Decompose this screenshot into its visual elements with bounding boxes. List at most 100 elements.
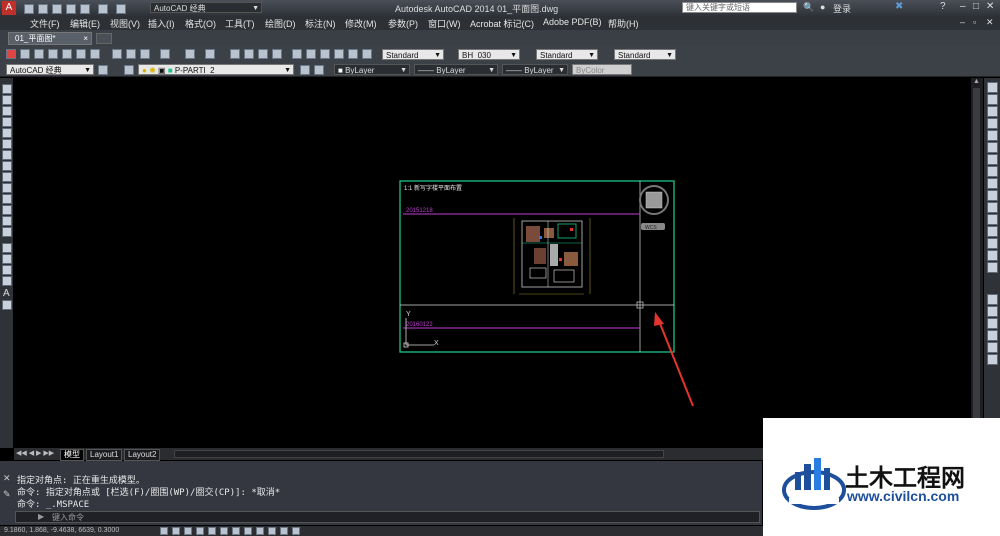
menu-help[interactable]: 帮助(H) [608, 17, 639, 30]
polygon-icon[interactable] [2, 117, 12, 127]
linetype-select[interactable]: —— ByLayer ▼ [414, 64, 498, 75]
app-logo[interactable]: A [2, 1, 16, 15]
menu-adobe-pdf[interactable]: Adobe PDF(B) [543, 17, 602, 27]
dim-style-select[interactable]: BH_030 ▼ [458, 49, 520, 60]
tab-layout2[interactable]: Layout2 [124, 449, 161, 461]
snap-midpoint-icon[interactable] [987, 318, 998, 329]
open-icon[interactable] [38, 4, 48, 14]
extend-icon[interactable] [987, 202, 998, 213]
layer-select[interactable]: ● ✺ ▣ ■ P-PARTI_2 ▼ [138, 64, 294, 75]
undo-icon[interactable] [98, 4, 108, 14]
circle-icon[interactable] [2, 150, 12, 160]
ellipse-arc-icon[interactable] [2, 194, 12, 204]
table-icon[interactable] [2, 276, 12, 286]
line-icon[interactable] [2, 84, 12, 94]
color-select[interactable]: ■ ByLayer ▼ [334, 64, 410, 75]
layer-previous-icon[interactable] [314, 65, 324, 75]
scale-icon[interactable] [987, 166, 998, 177]
paste-icon[interactable] [140, 49, 150, 59]
break-icon[interactable] [987, 214, 998, 225]
minimize-button[interactable]: – [960, 1, 966, 12]
markup-icon[interactable] [348, 49, 358, 59]
chamfer-icon[interactable] [987, 238, 998, 249]
region-icon[interactable] [2, 265, 12, 275]
redo-tool-icon[interactable] [205, 49, 215, 59]
plotstyle-select[interactable]: ByColor [572, 64, 632, 75]
workspace-toolbar-select[interactable]: AutoCAD 经典 ▼ [6, 64, 94, 75]
array-icon[interactable] [987, 130, 998, 141]
horizontal-scrollbar[interactable] [174, 450, 664, 458]
doc-close-button[interactable]: ✕ [986, 17, 994, 28]
object-snap-icon[interactable] [987, 294, 998, 305]
snap-quadrant-icon[interactable] [987, 354, 998, 365]
trim-icon[interactable] [987, 190, 998, 201]
exchange-icon[interactable]: ✖ [895, 1, 903, 12]
menu-view[interactable]: 视图(V) [110, 17, 140, 30]
save-file-icon[interactable] [48, 49, 58, 59]
arc-icon[interactable] [2, 139, 12, 149]
wrench-icon[interactable]: ✎ [3, 489, 11, 500]
snap-center-icon[interactable] [987, 330, 998, 341]
grid-toggle-icon[interactable] [172, 527, 180, 535]
search-field[interactable]: 键入关键字或短语 [682, 2, 797, 13]
menu-window[interactable]: 窗口(W) [428, 17, 461, 30]
tpy-toggle-icon[interactable] [268, 527, 276, 535]
lwt-toggle-icon[interactable] [256, 527, 264, 535]
preview-icon[interactable] [76, 49, 86, 59]
mtext-icon[interactable]: A [3, 288, 10, 299]
menu-format[interactable]: 格式(O) [185, 17, 216, 30]
user-icon[interactable]: ● [820, 2, 825, 12]
spline-icon[interactable] [2, 172, 12, 182]
menu-acrobat[interactable]: Acrobat 标记(C) [470, 17, 534, 30]
scroll-thumb[interactable] [973, 88, 980, 433]
zoom-realtime-icon[interactable] [244, 49, 254, 59]
stretch-icon[interactable] [987, 178, 998, 189]
copy-icon[interactable] [126, 49, 136, 59]
menu-modify[interactable]: 修改(M) [345, 17, 377, 30]
close-cmd-icon[interactable]: ✕ [3, 473, 11, 484]
sheetset-icon[interactable] [334, 49, 344, 59]
menu-insert[interactable]: 插入(I) [148, 17, 175, 30]
layer-properties-icon[interactable] [124, 65, 134, 75]
tab-nav-icons[interactable]: ◀◀ ◀ ▶ ▶▶ [16, 449, 54, 457]
hatch-icon[interactable] [2, 243, 12, 253]
ducs-toggle-icon[interactable] [232, 527, 240, 535]
menu-draw[interactable]: 绘图(D) [265, 17, 296, 30]
snap-endpoint-icon[interactable] [987, 306, 998, 317]
revcloud-icon[interactable] [2, 161, 12, 171]
offset-icon[interactable] [987, 118, 998, 129]
menu-dimension[interactable]: 标注(N) [305, 17, 336, 30]
tab-layout1[interactable]: Layout1 [86, 449, 123, 461]
doc-restore-button[interactable]: ▫ [973, 17, 976, 27]
text-style-select[interactable]: Standard ▼ [382, 49, 444, 60]
help-icon[interactable]: ? [940, 1, 946, 12]
construction-line-icon[interactable] [2, 95, 12, 105]
model-viewport[interactable]: 1:1 新写字楼平面布置 20151218 20160122 WCS Y X [14, 78, 970, 446]
ellipse-icon[interactable] [2, 183, 12, 193]
menu-file[interactable]: 文件(F) [30, 17, 60, 30]
add-selected-icon[interactable] [2, 300, 12, 310]
qp-toggle-icon[interactable] [280, 527, 288, 535]
tab-model[interactable]: 模型 [60, 449, 84, 461]
open-file-icon[interactable] [34, 49, 44, 59]
join-icon[interactable] [987, 226, 998, 237]
dyn-toggle-icon[interactable] [244, 527, 252, 535]
doc-minimize-button[interactable]: – [960, 17, 965, 27]
workspace-select[interactable]: AutoCAD 经典 ▼ [150, 2, 262, 13]
snap-toggle-icon[interactable] [160, 527, 168, 535]
matchprop-icon[interactable] [160, 49, 170, 59]
make-block-icon[interactable] [2, 216, 12, 226]
lineweight-select[interactable]: —— ByLayer ▼ [502, 64, 568, 75]
sc-toggle-icon[interactable] [292, 527, 300, 535]
menu-tools[interactable]: 工具(T) [225, 17, 255, 30]
polyline-icon[interactable] [2, 106, 12, 116]
new-tab-button[interactable] [96, 33, 112, 44]
maximize-button[interactable]: □ [973, 1, 979, 12]
menu-parametric[interactable]: 参数(P) [388, 17, 418, 30]
vertical-scrollbar[interactable]: ▲ ▼ [971, 78, 983, 448]
zoom-previous-icon[interactable] [272, 49, 282, 59]
close-button[interactable]: ✕ [986, 1, 994, 12]
command-input[interactable]: ▶ 键入命令 [15, 511, 760, 523]
wcs-label[interactable]: WCS [645, 225, 657, 231]
rectangle-icon[interactable] [2, 128, 12, 138]
